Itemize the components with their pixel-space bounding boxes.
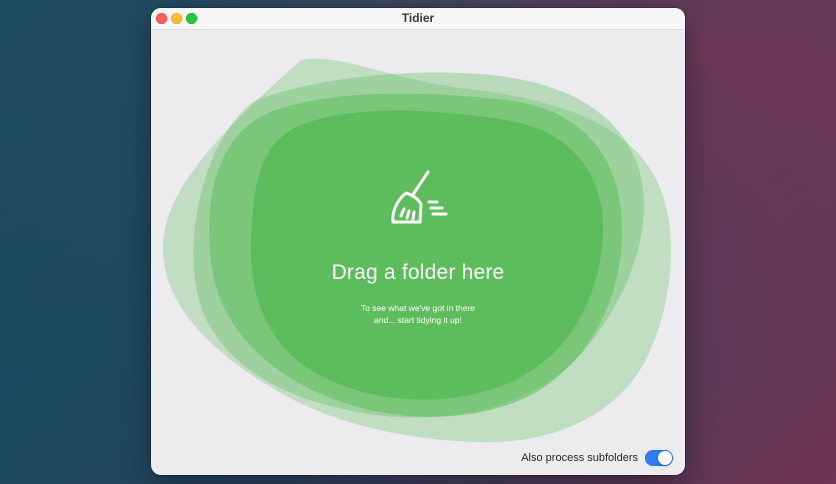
- drop-zone-subtitle-line2: and... start tidying it up!: [374, 315, 462, 325]
- broom-icon: [391, 170, 448, 224]
- window-title: Tidier: [401, 11, 435, 25]
- process-subfolders-toggle[interactable]: [645, 450, 673, 466]
- app-window: Tidier Drag a folder here To see what we…: [151, 8, 685, 475]
- drop-zone-title: Drag a folder here: [331, 261, 505, 284]
- drop-area[interactable]: Drag a folder here To see what we've got…: [151, 30, 685, 475]
- toggle-knob: [658, 451, 672, 465]
- drop-zone-blob: [162, 58, 671, 443]
- drop-zone-subtitle-line1: To see what we've got in there: [360, 303, 476, 313]
- drop-zone-subtitle: To see what we've got in there and... st…: [151, 302, 685, 326]
- process-subfolders-option: Also process subfolders: [521, 447, 673, 469]
- title-bar[interactable]: Tidier: [151, 8, 685, 30]
- process-subfolders-label: Also process subfolders: [521, 452, 638, 464]
